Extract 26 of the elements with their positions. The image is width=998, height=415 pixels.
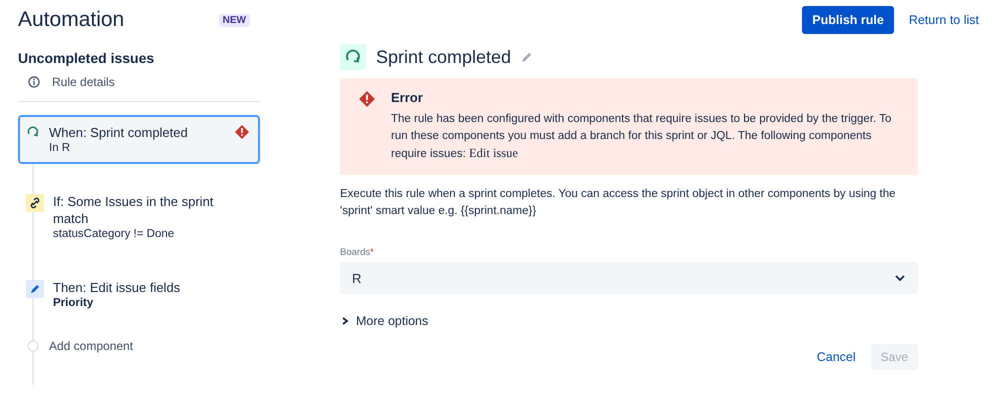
more-options-toggle[interactable]: More options [340,314,918,328]
page-title: Automation [18,8,124,32]
description: Execute this rule when a sprint completes. You can access the sprint object in other components by using the 'sprint' smart value e.g. {{sprint.name}} [340,187,897,219]
error-message: The rule has been configured with components that require issues to be provided by the trigger. To run these components you must add a branch for this sprint or JQL. The following components require issues: Edit issue [391,112,892,162]
rule-component[interactable]: Then: Edit issue fields Priority [18,270,260,319]
boards-select[interactable]: R [340,262,918,294]
field-label: Boards* [340,247,375,258]
chevron-right-icon [340,316,350,326]
info-icon [28,76,40,88]
rule-component[interactable]: When: Sprint completed In R [18,115,260,164]
rule-name: Uncompleted issues [18,50,156,66]
return-link[interactable]: Return to list [904,6,984,34]
pencil-icon[interactable] [521,51,534,63]
new-badge: NEW [218,14,250,26]
error-title: Error [391,90,424,105]
cancel-button[interactable]: Cancel [812,344,861,370]
add-component-link[interactable]: Add component [27,339,260,353]
refresh-icon [340,44,366,70]
panel-title: Sprint completed [376,46,512,68]
rule-component[interactable]: If: Some Issues in the sprint match statusCategory != Done [18,184,260,250]
pencil-icon [26,280,44,298]
refresh-icon [26,125,40,139]
error-icon [358,90,376,108]
rule-details-link[interactable]: Rule details [28,75,260,89]
publish-button[interactable]: Publish rule [802,6,894,34]
link-icon [26,194,44,212]
